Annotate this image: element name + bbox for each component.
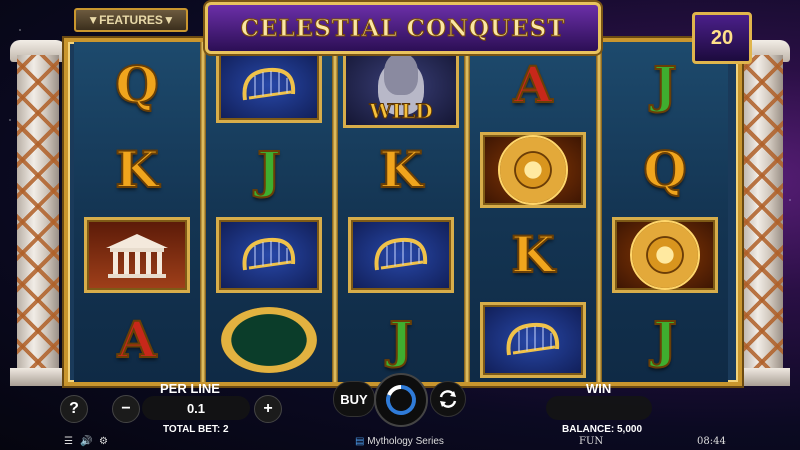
symbol-k: K	[378, 139, 423, 199]
zeus-head-icon	[384, 52, 418, 95]
total-bet: TOTAL BET: 2	[163, 424, 229, 435]
increase-bet-button[interactable]: +	[254, 395, 282, 423]
right-pillar	[741, 55, 783, 375]
buy-feature-button[interactable]: BUY	[333, 381, 375, 417]
menu-icon[interactable]: ☰	[64, 436, 73, 447]
win-value-display	[546, 396, 652, 420]
symbol-q: Q	[642, 139, 688, 199]
reel-3: WILD K J	[338, 41, 464, 382]
decrease-bet-button[interactable]: −	[112, 395, 140, 423]
harp-icon	[480, 301, 586, 378]
reel-frame: Q K A J WILD K J A K J Q J	[64, 38, 742, 386]
help-button[interactable]: ?	[60, 395, 88, 423]
reel-4: A K	[470, 42, 596, 382]
wild-label: WILD	[369, 98, 433, 123]
win-label: WIN	[586, 381, 612, 396]
game-title-banner: CELESTIAL CONQUEST	[205, 2, 601, 54]
reel-1: Q K A	[74, 42, 200, 382]
spin-button[interactable]	[374, 373, 428, 427]
symbol-a: A	[513, 54, 554, 114]
symbol-j: J	[388, 309, 414, 369]
symbol-harp	[338, 212, 464, 297]
right-pillar-base	[734, 368, 790, 386]
symbol-k: K	[510, 224, 555, 284]
paylines-count: 20	[692, 12, 752, 64]
sound-icon[interactable]: 🔊	[80, 436, 92, 447]
harp-icon	[216, 46, 322, 123]
symbol-shield	[602, 212, 728, 297]
zeus-wild-icon: WILD	[343, 41, 459, 128]
shield-icon	[612, 216, 718, 293]
per-line-label: PER LINE	[160, 381, 220, 396]
symbol-harp	[470, 297, 596, 382]
spin-icon	[386, 385, 416, 415]
series-label: ▤ Mythology Series	[355, 436, 444, 447]
clock: 08:44	[697, 436, 726, 447]
symbol-shield	[470, 127, 596, 212]
left-pillar-base	[10, 368, 66, 386]
symbol-q: Q	[114, 54, 160, 114]
golden-ring-icon	[221, 306, 317, 373]
game-stage: Q K A J WILD K J A K J Q J ▼FEATURES▼ CE…	[0, 0, 800, 450]
harp-icon	[216, 216, 322, 293]
symbol-ring	[206, 297, 332, 382]
mode-label: FUN	[579, 436, 604, 447]
autoplay-icon	[439, 390, 457, 408]
symbol-temple	[74, 212, 200, 297]
game-title: CELESTIAL CONQUEST	[240, 14, 566, 42]
symbol-k: K	[114, 139, 159, 199]
symbol-j: J	[652, 309, 678, 369]
reel-5: J Q J	[602, 42, 728, 382]
harp-icon	[348, 216, 454, 293]
left-pillar	[17, 55, 59, 375]
reel-2: J	[206, 42, 332, 382]
series-logo-icon: ▤	[355, 436, 365, 447]
settings-icon[interactable]: ⚙	[99, 436, 108, 447]
autoplay-button[interactable]	[430, 381, 466, 417]
shield-icon	[480, 131, 586, 208]
per-line-value: 0.1	[142, 396, 250, 420]
temple-icon	[84, 216, 190, 293]
symbol-wild: WILD	[338, 41, 464, 128]
symbol-j: J	[256, 139, 282, 199]
features-button[interactable]: ▼FEATURES▼	[74, 8, 188, 32]
symbol-harp	[206, 212, 332, 297]
symbol-harp	[206, 42, 332, 127]
balance: BALANCE: 5,000	[562, 424, 643, 435]
symbol-a: A	[117, 309, 158, 369]
